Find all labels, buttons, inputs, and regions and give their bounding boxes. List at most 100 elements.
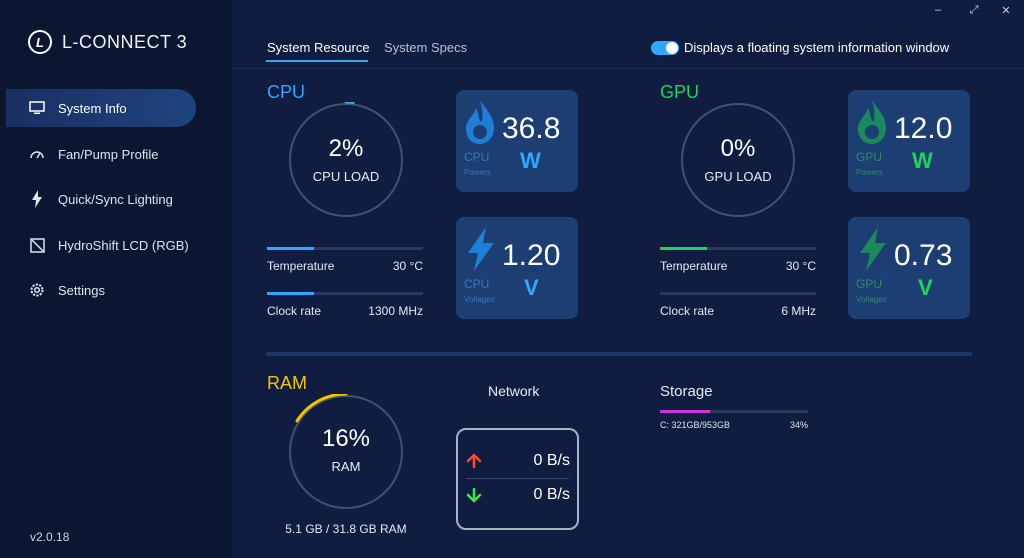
ram-label: RAM: [331, 459, 361, 474]
cpu-clock-bar: [267, 292, 423, 295]
app-version: v2.0.18: [30, 530, 70, 544]
storage-drive-label: C: 321GB/953GB: [660, 420, 731, 430]
sidebar-item-label: HydroShift LCD (RGB): [58, 237, 189, 253]
sidebar-item-system-info[interactable]: System Info: [6, 89, 196, 127]
sidebar-item-hydroshift-lcd[interactable]: HydroShift LCD (RGB): [6, 226, 196, 264]
upload-arrow-icon: [466, 453, 482, 469]
gpu-clock-row: Clock rate 6 MHz: [660, 304, 816, 318]
gpu-title: GPU: [660, 82, 700, 102]
gear-icon: [28, 281, 46, 299]
network-download-value: 0 B/s: [533, 486, 570, 503]
brand-logo-icon: L: [28, 30, 52, 54]
sidebar: L L-CONNECT 3 System Info Fan/Pump Profi…: [0, 0, 232, 558]
cpu-voltage-tile: 1.20 V CPU Voltages: [456, 217, 578, 319]
storage-title: Storage: [660, 383, 713, 400]
gpu-temperature-row: Temperature 30 °C: [660, 259, 816, 273]
cpu-power-tile: 36.8 W CPU Powers: [456, 90, 578, 192]
gpu-voltage-sub: Voltages: [856, 295, 887, 304]
section-divider: [266, 352, 972, 356]
storage-bar: [660, 410, 808, 413]
cpu-temperature-value: 30 °C: [392, 259, 423, 273]
flame-icon: [858, 100, 886, 144]
tab-system-resource[interactable]: System Resource: [267, 40, 370, 55]
gauge-icon: [28, 145, 46, 163]
network-upload-row: 0 B/s: [466, 452, 570, 470]
cpu-clock-fill: [267, 292, 314, 295]
storage-percent: 34%: [789, 420, 808, 430]
gpu-temperature-fill: [660, 247, 707, 250]
flame-icon: [466, 100, 494, 144]
cpu-temperature-label: Temperature: [267, 259, 335, 273]
minimize-button[interactable]: –: [928, 4, 948, 20]
gpu-voltage-value: 0.73: [894, 239, 953, 272]
ram-usage-arc: [295, 394, 348, 423]
sidebar-item-label: Settings: [58, 282, 105, 298]
ram-title: RAM: [267, 373, 307, 393]
lightning-icon: [468, 227, 494, 271]
gpu-voltage-unit: V: [918, 275, 933, 300]
gpu-voltage-name: GPU: [856, 277, 883, 291]
sidebar-item-label: Fan/Pump Profile: [58, 146, 159, 162]
gpu-load-value: 0%: [720, 135, 756, 162]
cpu-power-unit: W: [520, 148, 541, 173]
lightning-icon: [28, 190, 46, 208]
active-tab-indicator: [266, 60, 368, 62]
gpu-clock-bar: [660, 292, 816, 295]
sidebar-item-settings[interactable]: Settings: [6, 271, 196, 309]
storage-fill: [660, 410, 711, 413]
sidebar-item-label: Quick/Sync Lighting: [58, 191, 173, 207]
network-separator: [466, 478, 569, 479]
cpu-power-sub: Powers: [464, 168, 491, 177]
cpu-title: CPU: [267, 82, 306, 102]
gpu-power-name: GPU: [856, 150, 883, 164]
cpu-power-value: 36.8: [502, 112, 561, 145]
sidebar-item-fan-pump-profile[interactable]: Fan/Pump Profile: [6, 135, 196, 173]
restore-button[interactable]: ⤢: [964, 4, 984, 20]
gpu-clock-value: 6 MHz: [781, 304, 816, 318]
network-download-row: 0 B/s: [466, 486, 570, 504]
cpu-load-value: 2%: [328, 135, 364, 162]
storage-drive-row: C: 321GB/953GB 34%: [660, 420, 808, 430]
cpu-voltage-unit: V: [524, 275, 539, 300]
gpu-power-tile: 12.0 W GPU Powers: [848, 90, 970, 192]
gpu-temperature-label: Temperature: [660, 259, 728, 273]
cpu-clock-value: 1300 MHz: [368, 304, 423, 318]
app-name: L-CONNECT 3: [62, 31, 188, 52]
tab-system-specs[interactable]: System Specs: [384, 40, 467, 55]
floating-window-toggle[interactable]: [651, 41, 679, 55]
ram-total: 5.1 GB / 31.8 GB RAM: [285, 522, 407, 536]
network-title: Network: [488, 383, 540, 399]
gpu-power-sub: Powers: [856, 168, 883, 177]
toggle-knob: [666, 42, 678, 54]
download-arrow-icon: [466, 487, 482, 503]
cpu-clock-label: Clock rate: [267, 304, 322, 318]
gpu-power-unit: W: [912, 148, 933, 173]
cpu-voltage-sub: Voltages: [464, 295, 495, 304]
lcd-icon: [28, 236, 46, 254]
header-divider: [232, 68, 1024, 69]
sidebar-item-label: System Info: [58, 100, 127, 116]
monitor-icon: [28, 99, 46, 117]
gpu-power-value: 12.0: [894, 112, 953, 145]
cpu-temperature-row: Temperature 30 °C: [267, 259, 423, 273]
ram-value: 16%: [321, 425, 371, 452]
gpu-voltage-tile: 0.73 V GPU Voltages: [848, 217, 970, 319]
network-upload-value: 0 B/s: [533, 452, 570, 469]
cpu-clock-row: Clock rate 1300 MHz: [267, 304, 423, 318]
sidebar-item-quick-sync-lighting[interactable]: Quick/Sync Lighting: [6, 180, 196, 218]
cpu-power-name: CPU: [464, 150, 490, 164]
cpu-temperature-fill: [267, 247, 314, 250]
cpu-temperature-bar: [267, 247, 423, 250]
brand: L L-CONNECT 3: [28, 30, 187, 54]
network-box: 0 B/s 0 B/s: [456, 428, 579, 530]
gpu-load-label: GPU LOAD: [704, 169, 772, 184]
gpu-temperature-bar: [660, 247, 816, 250]
cpu-voltage-name: CPU: [464, 277, 490, 291]
close-button[interactable]: ✕: [996, 4, 1016, 20]
lightning-icon: [860, 227, 886, 271]
gpu-clock-label: Clock rate: [660, 304, 715, 318]
floating-window-label: Displays a floating system information w…: [684, 40, 950, 55]
gpu-temperature-value: 30 °C: [785, 259, 816, 273]
cpu-voltage-value: 1.20: [502, 239, 561, 272]
cpu-load-label: CPU LOAD: [312, 169, 380, 184]
